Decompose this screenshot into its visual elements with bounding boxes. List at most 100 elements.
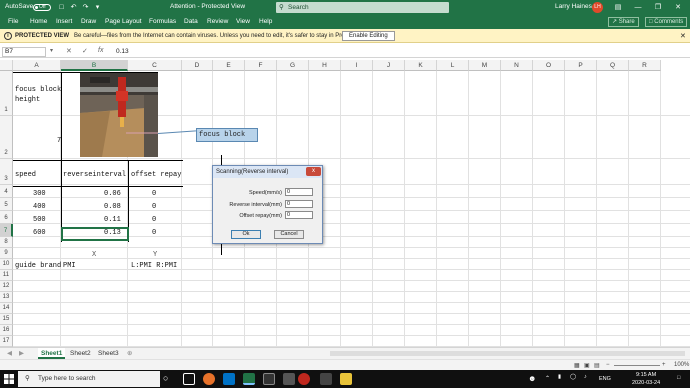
zoom-slider[interactable] [614,365,660,366]
cell-a1-line1[interactable]: focus block [15,86,61,94]
column-header-f[interactable]: F [245,60,277,71]
cell-speed[interactable]: 400 [33,203,46,211]
name-box[interactable]: B7 [2,47,46,57]
cell-c3[interactable]: offset repay [131,171,181,179]
active-cell-b7[interactable] [61,227,129,241]
tab-page-layout[interactable]: Page Layout [105,18,142,25]
formula-input[interactable]: 0.13 [116,48,129,55]
focus-block-callout[interactable]: focus block [196,128,258,142]
sheet-tab-sheet1[interactable]: Sheet1 [38,348,66,359]
offset-repay-input[interactable]: 0 [285,211,313,219]
column-header-o[interactable]: O [533,60,565,71]
close-icon[interactable]: ✕ [680,32,686,40]
name-box-dropdown-icon[interactable]: ▾ [50,47,53,54]
row-header-8[interactable]: 8 [0,237,13,248]
page-break-view-icon[interactable]: ▤ [594,362,600,369]
cell-interval[interactable]: 0.08 [104,203,121,211]
enter-icon[interactable]: ✓ [82,47,88,55]
row-header-9[interactable]: 9 [0,248,13,259]
app-icon[interactable] [263,373,275,385]
row-header-1[interactable]: 1 [0,71,13,116]
enable-editing-button[interactable]: Enable Editing [342,31,395,41]
row-header-6[interactable]: 6 [0,211,13,224]
app-icon[interactable] [298,373,310,385]
speed-input[interactable]: 0 [285,188,313,196]
language-indicator[interactable]: ENG [599,376,611,382]
autosave-toggle[interactable]: Off [33,4,51,11]
scroll-left-icon[interactable]: ◀ [4,348,15,359]
minimize-icon[interactable]: — [628,1,648,14]
cell-repay[interactable]: 0 [152,216,156,224]
task-view-icon[interactable] [183,373,195,385]
volume-icon[interactable]: ♪ [584,374,587,380]
cell-repay[interactable]: 0 [152,203,156,211]
column-header-r[interactable]: R [629,60,661,71]
people-icon[interactable]: ☻ [528,374,536,383]
reverse-interval-input[interactable]: 0 [285,200,313,208]
row-header-17[interactable]: 17 [0,336,13,347]
column-header-g[interactable]: G [277,60,309,71]
avatar[interactable]: LH [592,2,603,13]
horizontal-scrollbar[interactable] [330,351,685,356]
tab-home[interactable]: Home [30,18,47,25]
column-header-i[interactable]: I [341,60,373,71]
taskbar-search[interactable]: ⚲ Type here to search [18,371,160,387]
row-header-16[interactable]: 16 [0,325,13,336]
sheet-tab-sheet2[interactable]: Sheet2 [67,348,94,359]
column-header-e[interactable]: E [213,60,245,71]
close-icon[interactable]: ✕ [668,1,688,14]
row-header-13[interactable]: 13 [0,292,13,303]
column-header-l[interactable]: L [437,60,469,71]
column-header-n[interactable]: N [501,60,533,71]
cell-interval[interactable]: 0.06 [104,190,121,198]
search-box[interactable]: ⚲ Search [276,2,449,13]
excel-icon[interactable] [243,373,255,385]
cell-repay[interactable]: 0 [152,190,156,198]
row-header-2[interactable]: 2 [0,116,13,159]
firefox-icon[interactable] [203,373,215,385]
column-header-p[interactable]: P [565,60,597,71]
zoom-level[interactable]: 100% [674,362,689,368]
column-header-q[interactable]: Q [597,60,629,71]
chevron-up-icon[interactable]: ⌃ [545,375,550,382]
cortana-icon[interactable]: ○ [163,373,175,385]
row-header-4[interactable]: 4 [0,185,13,198]
page-layout-view-icon[interactable]: ▣ [584,362,590,369]
redo-icon[interactable]: ↷ [80,2,91,13]
tab-draw[interactable]: Draw [81,18,96,25]
column-header-m[interactable]: M [469,60,501,71]
cell-c9[interactable]: Y [153,251,157,259]
clock-date[interactable]: 2020-03-24 [632,380,660,386]
cell-a1-line2[interactable]: height [15,96,40,104]
clock-time[interactable]: 9:15 AM [636,372,656,378]
undo-icon[interactable]: ↶ [68,2,79,13]
share-button[interactable]: ↗ Share [608,17,639,27]
row-header-3[interactable]: 3 [0,159,13,185]
add-sheet-icon[interactable]: ⊕ [124,348,135,359]
tab-formulas[interactable]: Formulas [149,18,176,25]
row-header-14[interactable]: 14 [0,303,13,314]
battery-icon[interactable]: ▮ [558,374,561,380]
cell-repay[interactable]: 0 [152,229,156,237]
column-header-h[interactable]: H [309,60,341,71]
row-header-15[interactable]: 15 [0,314,13,325]
zoom-in-icon[interactable]: + [662,362,666,368]
column-header-a[interactable]: A [13,60,61,71]
row-header-12[interactable]: 12 [0,281,13,292]
ok-button[interactable]: Ok [231,230,261,239]
normal-view-icon[interactable]: ▦ [574,362,580,369]
cell-a10[interactable]: guide brand [15,262,61,270]
sheet-tab-sheet3[interactable]: Sheet3 [95,348,122,359]
cancel-button[interactable]: Cancel [274,230,304,239]
insert-function-icon[interactable]: fx [98,47,103,54]
restore-icon[interactable]: ❐ [648,1,668,14]
select-all-button[interactable] [0,60,13,71]
tab-insert[interactable]: Insert [56,18,72,25]
cell-b3[interactable]: reverseinterval [63,171,126,179]
outlook-icon[interactable] [223,373,235,385]
app-icon[interactable] [320,373,332,385]
customize-toolbar-icon[interactable]: ▾ [92,2,103,13]
column-header-j[interactable]: J [373,60,405,71]
cell-speed[interactable]: 300 [33,190,46,198]
ribbon-display-icon[interactable]: ▤ [608,1,628,14]
